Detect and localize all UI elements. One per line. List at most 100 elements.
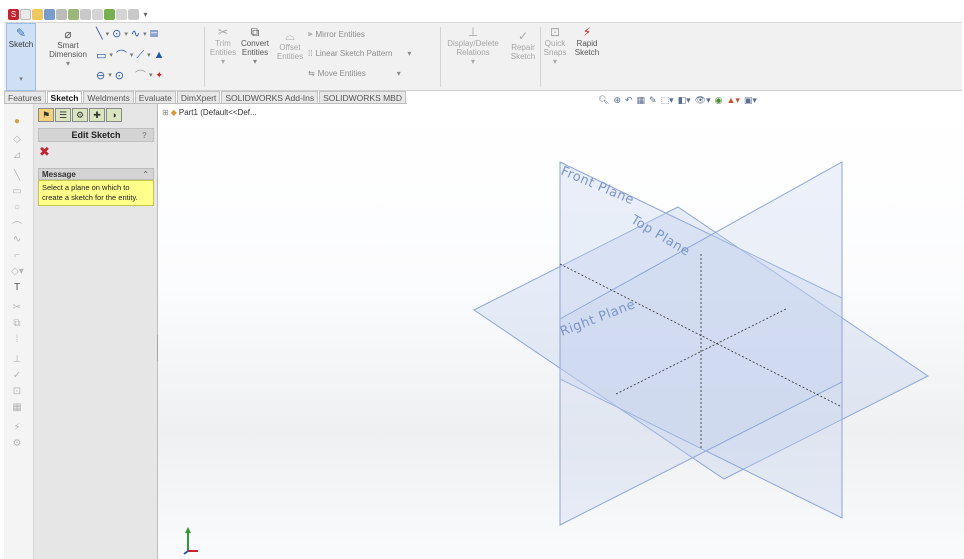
open-document-icon[interactable]: [32, 8, 43, 20]
rectangle-dropdown-icon[interactable]: ▾: [109, 51, 113, 59]
new-document-icon[interactable]: [20, 8, 31, 20]
tab-solidworks-addins[interactable]: SOLIDWORKS Add-Ins: [221, 91, 319, 103]
point-icon[interactable]: ✦: [155, 70, 163, 81]
smart-dimension-label-2: Dimension: [49, 50, 87, 59]
tab-sketch[interactable]: Sketch: [46, 91, 83, 103]
offset-surface-dropdown-icon[interactable]: ▾: [149, 71, 153, 79]
tab-features[interactable]: Features: [4, 91, 46, 103]
convert-dropdown-icon[interactable]: ▾: [238, 57, 272, 66]
dimxpert-manager-tab-icon[interactable]: ✚: [89, 108, 105, 122]
text-icon[interactable]: T: [11, 282, 23, 294]
repair-icon[interactable]: ✓: [11, 370, 23, 382]
tab-evaluate[interactable]: Evaluate: [134, 91, 176, 103]
sketch-tool-icon[interactable]: ●: [11, 116, 23, 128]
arc-icon[interactable]: ⌒: [116, 47, 127, 63]
options-icon[interactable]: [128, 8, 139, 20]
quick-snaps-button[interactable]: ⊡ Quick Snaps ▾: [542, 25, 568, 67]
rapid-sketch-button[interactable]: ⚡ Rapid Sketch: [570, 25, 604, 58]
trim-dropdown-icon[interactable]: ▾: [208, 57, 238, 66]
plane-icon[interactable]: ◇▾: [11, 266, 24, 278]
slot-icon[interactable]: ⊖: [96, 69, 105, 82]
tab-dimxpert[interactable]: DimXpert: [176, 91, 221, 103]
solidworks-window: S ▾ ✎ Sketch ▾ ⌀ Smart Dimension ▾ ╲ ▾ ⊙ ▾…: [0, 0, 964, 559]
repair-sketch-button[interactable]: ✓ Repair Sketch: [508, 29, 538, 62]
spline-icon[interactable]: ∿: [131, 27, 140, 40]
print-icon[interactable]: [56, 8, 67, 20]
rectangle-icon[interactable]: ▭: [11, 186, 23, 198]
relations-icon[interactable]: ⊥: [11, 354, 23, 366]
arc-dropdown-icon[interactable]: ▾: [130, 51, 134, 59]
fillet-icon[interactable]: ⌐: [11, 250, 23, 262]
line-dropdown-icon[interactable]: ▾: [106, 30, 110, 38]
offset-surface-icon[interactable]: ⌒: [135, 67, 146, 83]
save-icon[interactable]: [44, 8, 55, 20]
close-icon[interactable]: ✖: [39, 144, 50, 160]
mirror-entities-button[interactable]: ⫸ Mirror Entities: [308, 29, 365, 39]
circle-icon[interactable]: ⊙: [112, 27, 121, 40]
reference-planes: Front Plane Top Plane Right Plane: [473, 161, 929, 526]
spline-dropdown-icon[interactable]: ▾: [143, 30, 147, 38]
sketch-button[interactable]: ✎ Sketch ▾: [6, 23, 36, 91]
line-icon[interactable]: ╲: [11, 170, 23, 182]
redo-icon[interactable]: [80, 8, 91, 20]
quick-snaps-dropdown-icon[interactable]: ▾: [542, 57, 568, 66]
trim-icon[interactable]: ✂: [11, 302, 23, 314]
left-sketch-toolbar: ● ◇ ⊿ ╲ ▭ ○ ⌒ ∿ ⌐ ◇▾ T ✂ ⧉ ⁞ ⊥ ✓ ⊡ ▦ ⚡ ⚙: [4, 104, 34, 559]
convert-icon[interactable]: ⧉: [11, 318, 23, 330]
move-icon: ⇆: [308, 69, 315, 78]
repair-label-2: Sketch: [510, 52, 536, 61]
convert-label-1: Convert: [240, 39, 269, 48]
smart-dimension-icon[interactable]: ◇: [11, 134, 23, 146]
fillet-icon[interactable]: ⟋: [136, 49, 144, 62]
rectangle-icon[interactable]: ▭: [96, 49, 106, 62]
options-icon[interactable]: ⚙: [11, 438, 23, 450]
polygon-icon[interactable]: ⊙: [115, 69, 124, 82]
relations-icon: ⊥: [467, 24, 479, 39]
smart-dimension-dropdown-icon[interactable]: ▾: [48, 59, 88, 68]
tab-solidworks-mbd[interactable]: SOLIDWORKS MBD: [319, 91, 406, 103]
select-icon[interactable]: [92, 8, 103, 20]
sketch-label: Sketch: [8, 40, 34, 49]
tab-weldments[interactable]: Weldments: [83, 91, 134, 103]
snaps-icon[interactable]: ⊡: [11, 386, 23, 398]
linear-pattern-button[interactable]: ⁞⁞ Linear Sketch Pattern ▾: [308, 49, 411, 58]
fillet-dropdown-icon[interactable]: ▾: [147, 51, 151, 59]
message-header[interactable]: Message ⌃: [38, 168, 154, 180]
circle-icon[interactable]: ○: [11, 202, 23, 214]
dimension-icon[interactable]: ⊿: [11, 150, 23, 162]
plane-icon[interactable]: ▲: [154, 49, 165, 61]
spline-icon[interactable]: ∿: [11, 234, 23, 246]
configuration-manager-tab-icon[interactable]: ⚙: [72, 108, 88, 122]
pattern-icon[interactable]: ⁞: [11, 334, 23, 346]
move-entities-button[interactable]: ⇆ Move Entities ▾: [308, 69, 401, 78]
display-delete-dropdown-icon[interactable]: ▾: [442, 57, 504, 66]
linear-pattern-dropdown-icon[interactable]: ▾: [407, 49, 411, 58]
smart-dimension-button[interactable]: ⌀ Smart Dimension ▾: [48, 27, 88, 69]
sketch-dropdown-icon[interactable]: ▾: [7, 75, 35, 83]
rebuild-icon[interactable]: [104, 8, 115, 20]
offset-label-2: Entities: [276, 52, 304, 61]
sketch-icon: ✎: [15, 26, 27, 40]
graphics-area[interactable]: ⊞ ◆ Part1 (Default<<Def... Front Plane T…: [158, 104, 964, 559]
grid-icon[interactable]: ▦: [11, 402, 23, 414]
undo-icon[interactable]: [68, 8, 79, 20]
quick-snaps-label-2: Snaps: [543, 48, 567, 57]
help-icon[interactable]: ?: [139, 130, 150, 141]
customize-dropdown-icon[interactable]: ▾: [140, 9, 151, 20]
offset-entities-button[interactable]: ⌓ Offset Entities: [276, 29, 304, 62]
property-manager-tab-icon[interactable]: ☰: [55, 108, 71, 122]
feature-manager-tab-icon[interactable]: ⚑: [38, 108, 54, 122]
slot-dropdown-icon[interactable]: ▾: [108, 71, 112, 79]
circle-dropdown-icon[interactable]: ▾: [124, 30, 128, 38]
move-dropdown-icon[interactable]: ▾: [397, 69, 401, 78]
line-icon[interactable]: ╲: [96, 27, 103, 40]
arc-icon[interactable]: ⌒: [11, 218, 23, 233]
trim-entities-button[interactable]: ✂ Trim Entities ▾: [208, 25, 238, 67]
text-icon[interactable]: ▤: [150, 28, 159, 39]
display-delete-relations-button[interactable]: ⊥ Display/Delete Relations ▾: [442, 24, 504, 67]
file-properties-icon[interactable]: [116, 8, 127, 20]
collapse-icon[interactable]: ⌃: [142, 169, 149, 180]
display-manager-tab-icon[interactable]: ◑: [106, 108, 122, 122]
convert-entities-button[interactable]: ⧉ Convert Entities ▾: [238, 25, 272, 67]
rapid-icon[interactable]: ⚡: [11, 422, 23, 434]
